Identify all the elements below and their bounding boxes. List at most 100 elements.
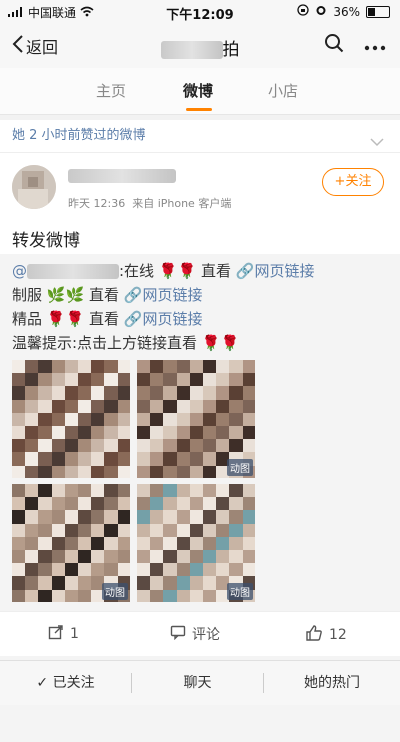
mosaic-cell <box>137 550 151 564</box>
mosaic-cell <box>137 510 151 525</box>
mosaic-cell <box>64 399 79 414</box>
mosaic-cell <box>150 536 165 551</box>
mosaic-cell <box>78 412 92 427</box>
mosaic-cell <box>51 576 66 591</box>
image-thumbnail[interactable]: 动图 <box>137 360 255 478</box>
mosaic-cell <box>176 536 191 551</box>
like-count: 12 <box>329 627 347 643</box>
mosaic-cell <box>163 563 178 578</box>
follow-button[interactable]: +关注 <box>322 168 384 196</box>
mosaic-cell <box>104 536 119 551</box>
like-button[interactable]: 12 <box>305 624 347 646</box>
mosaic-cell <box>229 536 244 551</box>
mosaic-cell <box>38 412 53 427</box>
image-thumbnail[interactable]: 动图 <box>12 484 130 602</box>
search-icon[interactable] <box>324 33 344 57</box>
mosaic-cell <box>150 360 165 374</box>
mosaic-cell <box>12 465 26 478</box>
followed-button[interactable]: ✓ 已关注 <box>0 661 131 705</box>
mosaic-cell <box>12 563 26 578</box>
mosaic-cell <box>176 523 191 538</box>
image-thumbnail[interactable] <box>12 360 130 478</box>
mosaic-cell <box>38 439 53 454</box>
mosaic-cell <box>64 426 79 440</box>
mosaic-cell <box>64 497 79 512</box>
mosaic-cell <box>51 510 66 525</box>
tab-home[interactable]: 主页 <box>96 80 126 101</box>
mosaic-cell <box>64 439 79 454</box>
mosaic-cell <box>163 439 178 454</box>
mosaic-cell <box>38 360 53 374</box>
mosaic-cell <box>51 484 66 498</box>
mosaic-cell <box>242 412 255 427</box>
mosaic-cell <box>150 497 165 512</box>
mosaic-cell <box>176 426 191 440</box>
mosaic-cell <box>150 484 165 498</box>
mosaic-cell <box>104 510 119 525</box>
mosaic-cell <box>104 497 119 512</box>
mosaic-cell <box>64 386 79 401</box>
mosaic-cell <box>117 563 130 578</box>
mosaic-cell <box>91 484 106 498</box>
mosaic-cell <box>137 373 151 388</box>
mosaic-cell <box>117 550 130 564</box>
mosaic-cell <box>104 399 119 414</box>
mosaic-cell <box>12 510 26 525</box>
image-thumbnail[interactable]: 动图 <box>137 484 255 602</box>
mention-link[interactable]: @ <box>12 262 119 280</box>
mosaic-cell <box>189 576 204 591</box>
rose-icon: 🌹 <box>158 262 178 280</box>
more-icon[interactable] <box>364 36 386 55</box>
mosaic-cell <box>51 412 66 427</box>
web-link[interactable]: 🔗网页链接 <box>236 262 315 280</box>
chat-button[interactable]: 聊天 <box>132 661 263 705</box>
mosaic-cell <box>176 373 191 388</box>
author-name-blurred[interactable] <box>68 169 176 183</box>
mosaic-cell <box>189 412 204 427</box>
mosaic-cell <box>51 465 66 478</box>
tab-weibo[interactable]: 微博 <box>183 80 213 101</box>
mosaic-cell <box>203 523 217 538</box>
mosaic-cell <box>25 589 40 602</box>
rose-icon: 🌹 <box>46 310 66 328</box>
mosaic-cell <box>38 386 53 401</box>
mosaic-cell <box>150 550 165 564</box>
comment-button[interactable]: 评论 <box>170 624 220 644</box>
mosaic-cell <box>203 439 217 454</box>
mosaic-cell <box>51 399 66 414</box>
avatar[interactable] <box>12 165 56 209</box>
mosaic-cell <box>104 373 119 388</box>
mosaic-cell <box>117 386 130 401</box>
mosaic-cell <box>176 452 191 467</box>
rose-icon: 🌹 <box>65 310 85 328</box>
mosaic-cell <box>38 452 53 467</box>
repost-line-1: @:在线 🌹🌹 直看 🔗网页链接 <box>12 262 315 280</box>
mosaic-cell <box>216 523 231 538</box>
mosaic-cell <box>51 452 66 467</box>
web-link[interactable]: 🔗网页链接 <box>124 286 203 304</box>
mosaic-cell <box>25 523 40 538</box>
mosaic-cell <box>137 439 151 454</box>
tab-shop[interactable]: 小店 <box>268 80 298 101</box>
mosaic-cell <box>38 373 53 388</box>
mosaic-cell <box>64 452 79 467</box>
gif-badge: 动图 <box>102 583 128 600</box>
repost-button[interactable]: 1 <box>48 624 79 644</box>
mosaic-cell <box>12 497 26 512</box>
mosaic-cell <box>78 510 92 525</box>
followed-label: 已关注 <box>52 675 95 691</box>
liked-header[interactable]: 她 2 小时前赞过的微博 <box>0 120 400 153</box>
mosaic-cell <box>117 452 130 467</box>
thumbs-up-icon <box>305 624 323 646</box>
mosaic-cell <box>216 399 231 414</box>
weibo-card: 她 2 小时前赞过的微博 昨天 12:36 来自 iPhone 客户端 +关注 … <box>0 120 400 742</box>
mosaic-cell <box>150 386 165 401</box>
mosaic-cell <box>163 373 178 388</box>
repost-line-2: 制服 🌿🌿 直看 🔗网页链接 <box>12 286 203 304</box>
mosaic-cell <box>64 523 79 538</box>
mosaic-cell <box>25 412 40 427</box>
mosaic-cell <box>51 360 66 374</box>
hot-posts-button[interactable]: 她的热门 <box>264 661 400 705</box>
mosaic-cell <box>117 484 130 498</box>
web-link[interactable]: 🔗网页链接 <box>124 310 203 328</box>
